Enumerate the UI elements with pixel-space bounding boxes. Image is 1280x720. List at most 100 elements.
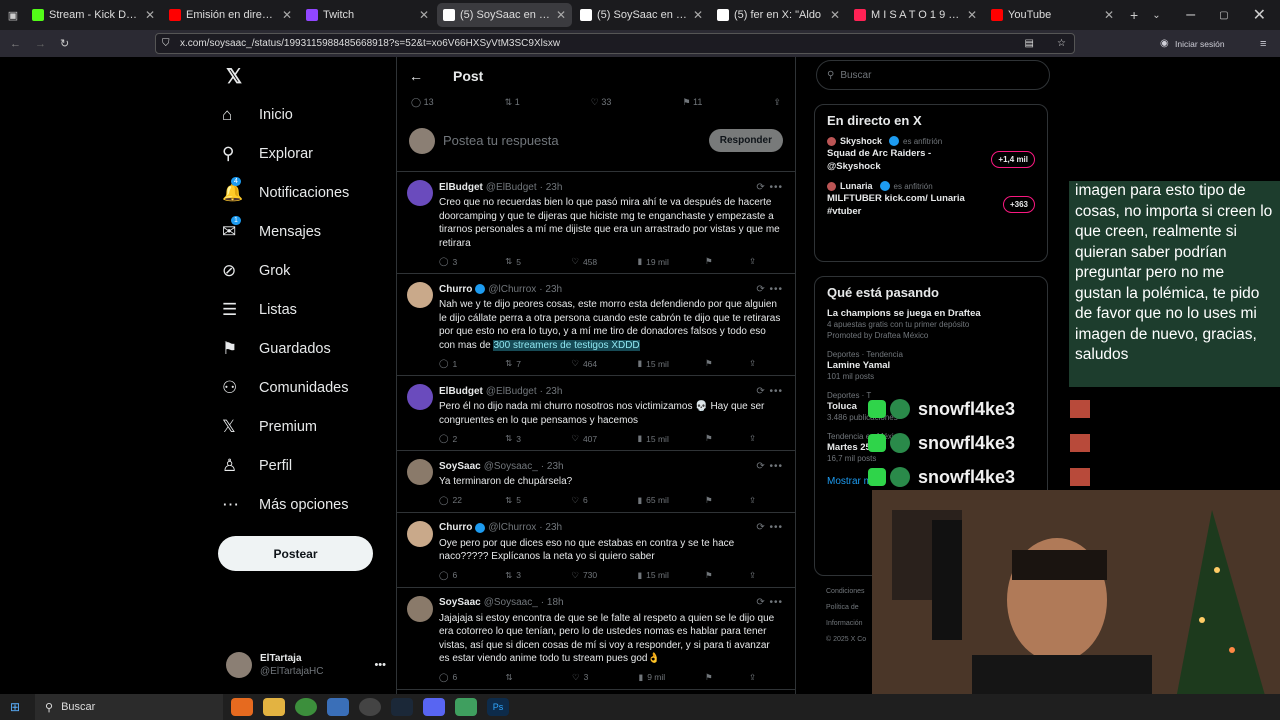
share-icon[interactable]: ⇪ xyxy=(749,358,779,369)
more-icon[interactable]: ⟳ ••• xyxy=(756,284,783,295)
back-icon[interactable]: ← xyxy=(10,38,21,50)
reply-action[interactable]: ◯ 2 xyxy=(439,433,469,444)
reply-tweet[interactable]: Churro @lChurrox · 23h ⟳ ••• Nah we y te dij… xyxy=(397,274,795,376)
post-button[interactable]: Postear xyxy=(218,536,373,571)
obs-icon[interactable] xyxy=(359,698,381,716)
views-action[interactable]: ▮ 19 mil xyxy=(637,256,668,267)
author-name[interactable]: ElBudget xyxy=(439,386,483,397)
repost-action[interactable]: ⇅ xyxy=(506,672,536,683)
app-green-icon[interactable] xyxy=(455,698,477,716)
share-icon[interactable]: ⇪ xyxy=(749,570,779,581)
url-bar[interactable]: ⛉ x.com/soysaac_/status/1993115988485668… xyxy=(155,33,1075,54)
sidebar-item-guardados[interactable]: ⚑ Guardados xyxy=(212,329,394,368)
sidebar-item-mensajes[interactable]: ✉ 1 Mensajes xyxy=(212,212,394,251)
author-name[interactable]: SoySaac xyxy=(439,461,481,472)
repost-action[interactable]: ⇅ 3 xyxy=(505,570,535,581)
firefox-icon[interactable] xyxy=(231,698,253,716)
new-tab-button[interactable]: + xyxy=(1130,7,1138,23)
avatar[interactable] xyxy=(407,459,433,485)
like-action[interactable]: ♡ 3 xyxy=(572,672,602,683)
taskbar-search[interactable]: ⚲ Buscar xyxy=(35,694,223,720)
close-window-button[interactable]: ✕ xyxy=(1253,5,1266,25)
windows-start-icon[interactable]: ⊞ xyxy=(10,700,20,714)
like-action[interactable]: ♡ 6 xyxy=(571,495,601,506)
reply-button[interactable]: Responder xyxy=(708,129,783,152)
author-name[interactable]: ElBudget xyxy=(439,182,483,193)
reply-tweet[interactable]: Churro @lChurrox · 23h ⟳ ••• Oye pero por qu… xyxy=(397,513,795,588)
share-icon[interactable]: ⇪ xyxy=(773,97,781,108)
like-action[interactable]: ♡ 730 xyxy=(571,570,601,581)
bookmark-icon[interactable]: ⚑ xyxy=(705,358,735,369)
author-handle[interactable]: @Soysaac_ xyxy=(484,461,538,472)
reply-action[interactable]: ◯ 6 xyxy=(439,570,469,581)
browser-tab[interactable]: YouTube ✕ xyxy=(985,3,1120,27)
repost-action[interactable]: ⇅ 5 xyxy=(505,256,535,267)
reply-action[interactable]: ◯ 1 xyxy=(439,358,469,369)
sidebar-item-comunidades[interactable]: ⚇ Comunidades xyxy=(212,368,394,407)
views-action[interactable]: ▮ 9 mil xyxy=(639,672,669,683)
views-action[interactable]: ▮ 15 mil xyxy=(637,358,668,369)
bookmark-icon[interactable]: ⚑ xyxy=(705,672,735,683)
avatar[interactable] xyxy=(407,595,433,622)
author-handle[interactable]: @lChurrox xyxy=(488,284,536,295)
browser-tab[interactable]: (5) SoySaac en X: "@krigen ✕ xyxy=(574,3,709,27)
close-icon[interactable]: ✕ xyxy=(693,8,703,22)
bookmark-icon[interactable]: ⚑ 11 xyxy=(682,97,702,108)
repost-action[interactable]: ⇅ 7 xyxy=(505,358,535,369)
steam-icon[interactable] xyxy=(391,698,413,716)
reply-icon[interactable]: ◯ 13 xyxy=(411,97,434,108)
browser-tab[interactable]: Emisión en directo - YouTube ✕ xyxy=(163,3,298,27)
author-handle[interactable]: @ElBudget xyxy=(486,182,537,193)
avatar[interactable] xyxy=(407,384,433,410)
more-icon[interactable]: ⟳ ••• xyxy=(756,182,783,193)
reader-icon[interactable]: ▤ xyxy=(1025,38,1034,49)
account-icon[interactable]: ◉ xyxy=(1160,38,1169,49)
star-icon[interactable]: ☆ xyxy=(1057,38,1066,49)
close-icon[interactable]: ✕ xyxy=(145,8,155,22)
signin-label[interactable]: Iniciar sesión xyxy=(1175,39,1225,49)
close-icon[interactable]: ✕ xyxy=(282,8,292,22)
avatar[interactable] xyxy=(407,180,433,206)
reply-input[interactable]: Postea tu respuesta xyxy=(443,133,709,148)
repost-action[interactable]: ⇅ 3 xyxy=(505,433,535,444)
like-icon[interactable]: ♡ 33 xyxy=(591,97,612,108)
author-name[interactable]: SoySaac xyxy=(439,597,481,608)
close-icon[interactable]: ✕ xyxy=(556,8,566,22)
search-input[interactable]: ⚲ Buscar xyxy=(816,60,1050,90)
photoshop-icon[interactable]: Ps xyxy=(487,698,509,716)
more-icon[interactable]: ⟳ ••• xyxy=(756,522,783,533)
browser-tab[interactable]: (5) SoySaac en X: "@churro ✕ xyxy=(437,3,572,27)
bookmark-icon[interactable]: ⚑ xyxy=(705,570,735,581)
folder-icon[interactable] xyxy=(263,698,285,716)
browser-tab[interactable]: M I S A T O 1 9 8 0 - Disc ✕ xyxy=(848,3,983,27)
share-icon[interactable]: ⇪ xyxy=(749,495,779,506)
account-switcher[interactable]: ElTartaja @ElTartajaHC ••• xyxy=(226,648,386,682)
sidebar-item-inicio[interactable]: ⌂ Inicio xyxy=(212,95,394,134)
author-handle[interactable]: @Soysaac_ xyxy=(484,597,538,608)
more-icon[interactable]: ⟳ ••• xyxy=(756,386,783,397)
sidebar-item-listas[interactable]: ☰ Listas xyxy=(212,290,394,329)
author-name[interactable]: Churro xyxy=(439,522,472,533)
app-c-icon[interactable] xyxy=(327,698,349,716)
repost-icon[interactable]: ⇅ 1 xyxy=(505,97,520,108)
x-logo-icon[interactable]: 𝕏 xyxy=(212,57,394,95)
close-icon[interactable]: ✕ xyxy=(830,8,840,22)
browser-tab[interactable]: Twitch ✕ xyxy=(300,3,435,27)
trend-item[interactable]: La champions se juega en Draftea 4 apuest… xyxy=(827,308,1035,341)
like-action[interactable]: ♡ 458 xyxy=(571,256,601,267)
author-name[interactable]: Churro xyxy=(439,284,472,295)
live-item[interactable]: Skyshock es anfitrión Squad de Arc Raiders… xyxy=(827,136,1035,173)
bookmark-icon[interactable]: ⚑ xyxy=(705,495,735,506)
timestamp[interactable]: · 18h xyxy=(541,597,564,608)
more-icon[interactable]: ⟳ ••• xyxy=(756,597,783,608)
reply-action[interactable]: ◯ 3 xyxy=(439,256,469,267)
avatar[interactable] xyxy=(407,282,433,308)
reply-action[interactable]: ◯ 6 xyxy=(439,672,469,683)
listener-count[interactable]: +363 xyxy=(1002,196,1035,213)
listener-count[interactable]: +1,4 mil xyxy=(991,151,1035,168)
close-icon[interactable]: ✕ xyxy=(967,8,977,22)
forward-icon[interactable]: → xyxy=(35,38,46,50)
timestamp[interactable]: · 23h xyxy=(539,522,562,533)
discord-icon[interactable] xyxy=(423,698,445,716)
share-icon[interactable]: ⇪ xyxy=(749,256,779,267)
